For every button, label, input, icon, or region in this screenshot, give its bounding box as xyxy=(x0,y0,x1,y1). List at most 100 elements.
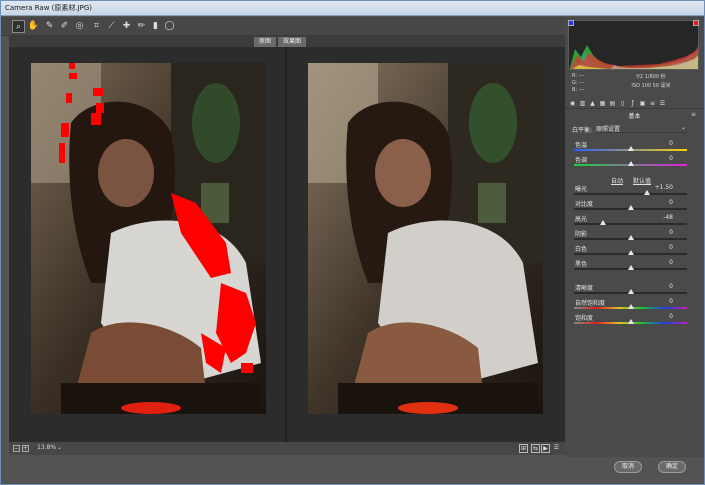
rgb-g: G: --- xyxy=(572,80,585,86)
zoom-level[interactable]: 13.8% xyxy=(37,444,56,451)
histogram xyxy=(568,20,699,70)
saturation-slider[interactable]: 饱和度 0 xyxy=(572,313,689,328)
tint-slider[interactable]: 色调 0 xyxy=(572,155,689,170)
exposure-label: 曝光 xyxy=(575,186,588,193)
rgb-readout: R: --- G: --- B: --- xyxy=(572,73,585,94)
histogram-graph xyxy=(569,45,698,69)
spot-removal-icon[interactable]: ✚ xyxy=(120,20,133,33)
contrast-value[interactable]: 0 xyxy=(669,199,673,206)
camera-exposure: f/2 1/800 秒 xyxy=(636,74,666,80)
zoom-out-button[interactable]: − xyxy=(13,445,20,452)
saturation-label: 饱和度 xyxy=(575,315,594,322)
before-label: 原图 xyxy=(254,37,277,47)
blacks-slider[interactable]: 黑色 0 xyxy=(572,259,689,274)
saturation-value[interactable]: 0 xyxy=(669,313,673,320)
vibrance-thumb[interactable] xyxy=(627,304,634,309)
white-balance-select[interactable]: 原照设置 ⌄ xyxy=(596,124,688,133)
exposure-thumb[interactable] xyxy=(644,190,651,195)
zoom-dropdown-icon[interactable]: ⌄ xyxy=(57,444,62,451)
clarity-value[interactable]: 0 xyxy=(669,283,673,290)
hand-icon[interactable]: ✋ xyxy=(27,20,40,33)
panel-menu-icon[interactable]: ≡ xyxy=(691,111,696,118)
camera-calibration-tab-icon[interactable]: ▣ xyxy=(639,100,646,107)
tint-thumb[interactable] xyxy=(627,161,634,166)
clarity-slider[interactable]: 清晰度 0 xyxy=(572,283,689,298)
window-title: Camera Raw (原素材.JPG) xyxy=(5,4,93,12)
detail-tab-icon[interactable]: ▲ xyxy=(589,100,596,107)
color-sampler-icon[interactable]: ✐ xyxy=(58,20,71,33)
copy-settings-icon[interactable]: ▶ xyxy=(541,444,550,453)
temperature-thumb[interactable] xyxy=(627,146,634,151)
highlights-value[interactable]: -48 xyxy=(663,214,673,221)
panel-tabs: ◉ ▥ ▲ ▦ ▤ ▯ ƒ ▣ ≡ ☰ xyxy=(565,98,704,109)
contrast-slider[interactable]: 对比度 0 xyxy=(572,199,689,214)
temperature-value[interactable]: 0 xyxy=(669,140,673,147)
blacks-label: 黑色 xyxy=(575,261,588,268)
tone-curve-tab-icon[interactable]: ▥ xyxy=(579,100,586,107)
crop-icon[interactable]: ⌗ xyxy=(90,20,103,33)
zoom-icon[interactable]: ⌕ xyxy=(12,20,25,33)
whites-value[interactable]: 0 xyxy=(669,244,673,251)
split-toning-tab-icon[interactable]: ▤ xyxy=(609,100,616,107)
highlights-slider[interactable]: 高光 -48 xyxy=(572,214,689,229)
shadows-slider[interactable]: 阴影 0 xyxy=(572,229,689,244)
exposure-value[interactable]: +1.50 xyxy=(655,184,673,191)
after-photo-svg xyxy=(308,63,543,414)
after-image xyxy=(308,63,543,414)
lens-tab-icon[interactable]: ▯ xyxy=(619,100,626,107)
shadows-thumb[interactable] xyxy=(627,235,634,240)
exposure-slider[interactable]: 曝光 +1.50 xyxy=(572,184,689,199)
rgb-r: R: --- xyxy=(572,73,585,79)
blacks-value[interactable]: 0 xyxy=(669,259,673,266)
blacks-thumb[interactable] xyxy=(627,265,634,270)
title-bar: Camera Raw (原素材.JPG) xyxy=(1,1,704,16)
whites-label: 白色 xyxy=(575,246,588,253)
shadows-label: 阴影 xyxy=(575,231,588,238)
whites-thumb[interactable] xyxy=(627,250,634,255)
effects-tab-icon[interactable]: ƒ xyxy=(629,100,636,107)
tint-value[interactable]: 0 xyxy=(669,155,673,162)
camera-raw-window: Camera Raw (原素材.JPG) ⌕ ✋ ✎ ✐ ◎ ⌗ ⟋ ✚ ✏ ▮… xyxy=(0,0,705,485)
highlight-clipping-toggle[interactable] xyxy=(693,20,699,26)
temperature-slider[interactable]: 色温 0 xyxy=(572,140,689,155)
radial-filter-icon[interactable]: ◯ xyxy=(163,20,176,33)
snapshots-tab-icon[interactable]: ☰ xyxy=(659,100,666,107)
cancel-button[interactable]: 取消 xyxy=(614,461,643,473)
whites-slider[interactable]: 白色 0 xyxy=(572,244,689,259)
pane-divider xyxy=(285,47,287,442)
before-image xyxy=(31,63,266,414)
vibrance-value[interactable]: 0 xyxy=(669,298,673,305)
shadow-clipping-toggle[interactable] xyxy=(568,20,574,26)
straighten-icon[interactable]: ⟋ xyxy=(105,20,118,33)
clarity-label: 清晰度 xyxy=(575,285,594,292)
red-eye-icon[interactable]: ✏ xyxy=(135,20,148,33)
highlights-thumb[interactable] xyxy=(600,220,607,225)
preferences-icon[interactable]: ☰ xyxy=(552,444,561,453)
tint-label: 色调 xyxy=(575,157,588,164)
after-label: 效果图 xyxy=(278,37,307,47)
highlights-label: 高光 xyxy=(575,216,588,223)
chevron-down-icon: ⌄ xyxy=(680,124,686,131)
clarity-thumb[interactable] xyxy=(627,289,634,294)
vibrance-label: 自然饱和度 xyxy=(575,300,606,307)
contrast-thumb[interactable] xyxy=(627,205,634,210)
exposure-track[interactable] xyxy=(574,193,687,195)
saturation-thumb[interactable] xyxy=(627,319,634,324)
white-balance-icon[interactable]: ✎ xyxy=(43,20,56,33)
camera-info: f/2 1/800 秒 ISO 100 50 毫米 xyxy=(613,73,689,91)
before-after-view-icon[interactable]: ⊞ xyxy=(519,444,528,453)
highlights-track[interactable] xyxy=(574,223,687,225)
swap-view-icon[interactable]: ⇆ xyxy=(531,444,540,453)
basic-tab-icon[interactable]: ◉ xyxy=(569,100,576,107)
zoom-in-button[interactable]: + xyxy=(22,445,29,452)
shadows-value[interactable]: 0 xyxy=(669,229,673,236)
hsl-tab-icon[interactable]: ▦ xyxy=(599,100,606,107)
rgb-b: B: --- xyxy=(572,87,585,93)
vibrance-slider[interactable]: 自然饱和度 0 xyxy=(572,298,689,313)
status-bar: − + 13.8% ⌄ ⊞ ⇆ ▶ ☰ xyxy=(9,442,565,455)
white-balance-label: 白平衡: xyxy=(572,127,593,134)
presets-tab-icon[interactable]: ≡ xyxy=(649,100,656,107)
target-adjust-icon[interactable]: ◎ xyxy=(73,20,86,33)
ok-button[interactable]: 确定 xyxy=(658,461,687,473)
adjustment-brush-icon[interactable]: ▮ xyxy=(149,20,162,33)
